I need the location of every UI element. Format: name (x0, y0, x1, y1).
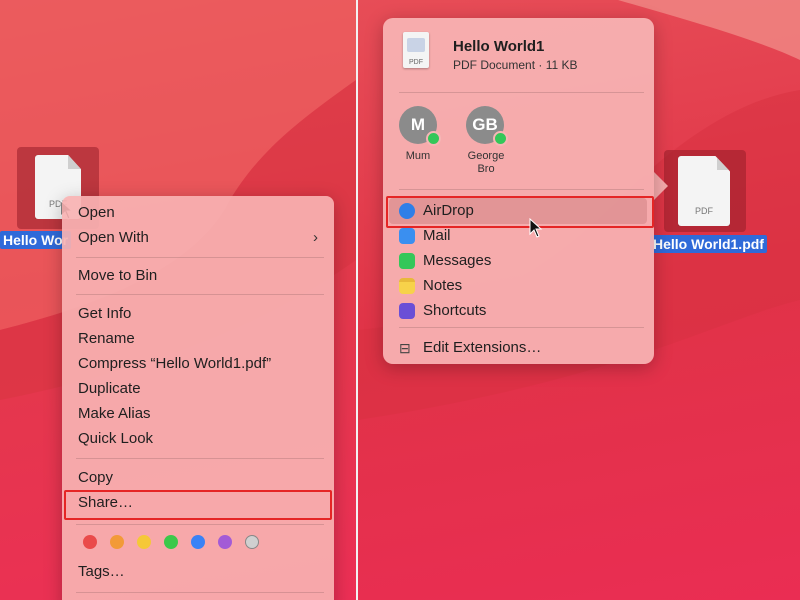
desktop-file-icon[interactable]: PDF (664, 150, 746, 232)
menu-item-duplicate[interactable]: Duplicate (78, 378, 322, 400)
messages-icon (399, 253, 415, 269)
shortcuts-icon (399, 303, 415, 319)
chevron-right-icon: › (313, 229, 318, 246)
messages-badge-icon (493, 131, 508, 146)
airdrop-highlight-box (386, 196, 654, 228)
menu-separator (76, 257, 324, 258)
menu-item-compress[interactable]: Compress “Hello World1.pdf” (78, 353, 322, 375)
desktop-file-label[interactable]: Hello World1.pdf (650, 235, 767, 253)
menu-separator (76, 294, 324, 295)
menu-item-open[interactable]: Open (78, 202, 322, 224)
file-selection-tile[interactable]: PDF (664, 150, 746, 232)
menu-separator (399, 92, 644, 93)
share-file-subtitle: PDF Document · 11 KB (453, 58, 578, 72)
menu-item-tags[interactable]: Tags… (78, 561, 322, 583)
menu-item-copy[interactable]: Copy (78, 467, 322, 489)
left-desktop-panel: PDF Hello Wor Open Open With › Move to Bi… (0, 0, 356, 600)
tag-green-dot[interactable] (164, 535, 178, 549)
contact-name-mum[interactable]: Mum (387, 150, 449, 163)
pdf-document-icon: PDF (678, 156, 730, 226)
share-item-edit-extensions[interactable]: ⊟ Edit Extensions… (399, 337, 644, 359)
menu-item-open-with[interactable]: Open With › (78, 227, 322, 249)
tag-yellow-dot[interactable] (137, 535, 151, 549)
share-menu: PDF Hello World1 PDF Document · 11 KB M … (383, 18, 654, 364)
extensions-icon: ⊟ (399, 340, 411, 356)
tag-red-dot[interactable] (83, 535, 97, 549)
tag-orange-dot[interactable] (110, 535, 124, 549)
share-highlight-box (64, 490, 332, 520)
menu-separator (399, 189, 644, 190)
pdf-thumbnail-icon: PDF (403, 32, 429, 68)
menu-item-rename[interactable]: Rename (78, 328, 322, 350)
menu-item-make-alias[interactable]: Make Alias (78, 403, 322, 425)
share-item-messages[interactable]: Messages (399, 250, 644, 272)
share-item-shortcuts[interactable]: Shortcuts (399, 300, 644, 322)
mouse-cursor-icon (529, 218, 543, 238)
notes-icon (399, 278, 415, 294)
contact-avatar-mum[interactable]: M (399, 106, 441, 146)
menu-separator (399, 327, 644, 328)
menu-item-quick-look[interactable]: Quick Look (78, 428, 322, 450)
tag-grey-dot[interactable] (245, 535, 259, 549)
context-menu: Open Open With › Move to Bin Get Info Ren… (62, 196, 334, 600)
contact-avatar-george[interactable]: GB (466, 106, 508, 146)
contact-name-george[interactable]: George Bro (455, 150, 517, 176)
share-file-title: Hello World1 (453, 38, 545, 55)
tag-purple-dot[interactable] (218, 535, 232, 549)
tag-blue-dot[interactable] (191, 535, 205, 549)
menu-item-get-info[interactable]: Get Info (78, 303, 322, 325)
desktop-file-label[interactable]: Hello Wor (0, 231, 72, 249)
share-item-notes[interactable]: Notes (399, 275, 644, 297)
menu-separator (76, 592, 324, 593)
menu-separator (76, 524, 324, 525)
menu-item-move-to-bin[interactable]: Move to Bin (78, 265, 322, 287)
menu-separator (76, 458, 324, 459)
share-item-mail[interactable]: Mail (399, 225, 644, 247)
mail-icon (399, 228, 415, 244)
share-popover-arrow (654, 172, 668, 200)
messages-badge-icon (426, 131, 441, 146)
